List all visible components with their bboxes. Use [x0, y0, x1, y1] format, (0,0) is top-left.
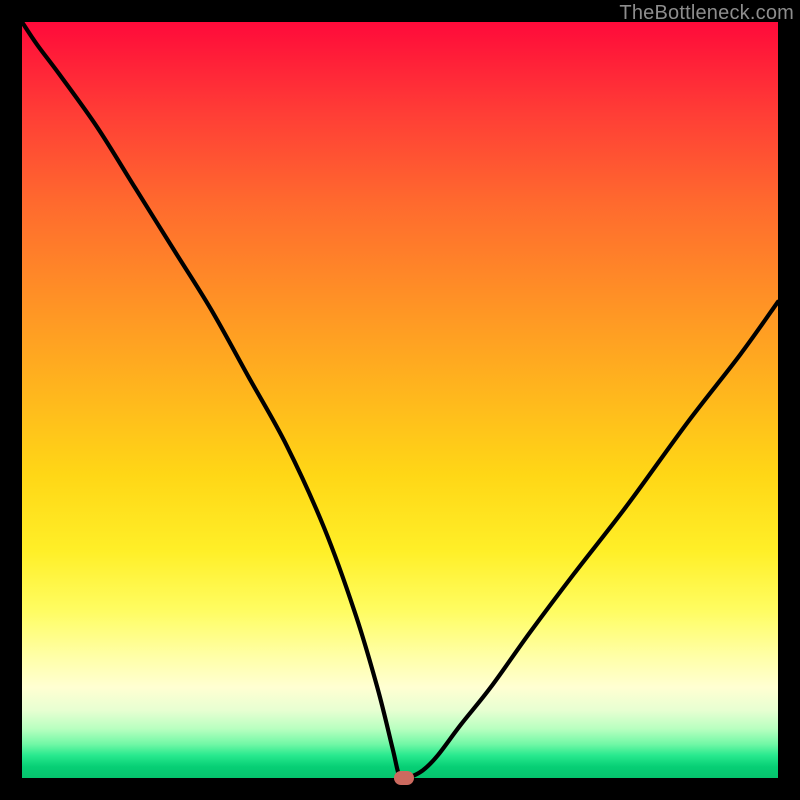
chart-plot-area: [22, 22, 778, 778]
bottleneck-curve: [22, 22, 778, 778]
chart-frame: TheBottleneck.com: [0, 0, 800, 800]
watermark-text: TheBottleneck.com: [619, 2, 794, 25]
optimal-point-marker: [394, 771, 414, 785]
